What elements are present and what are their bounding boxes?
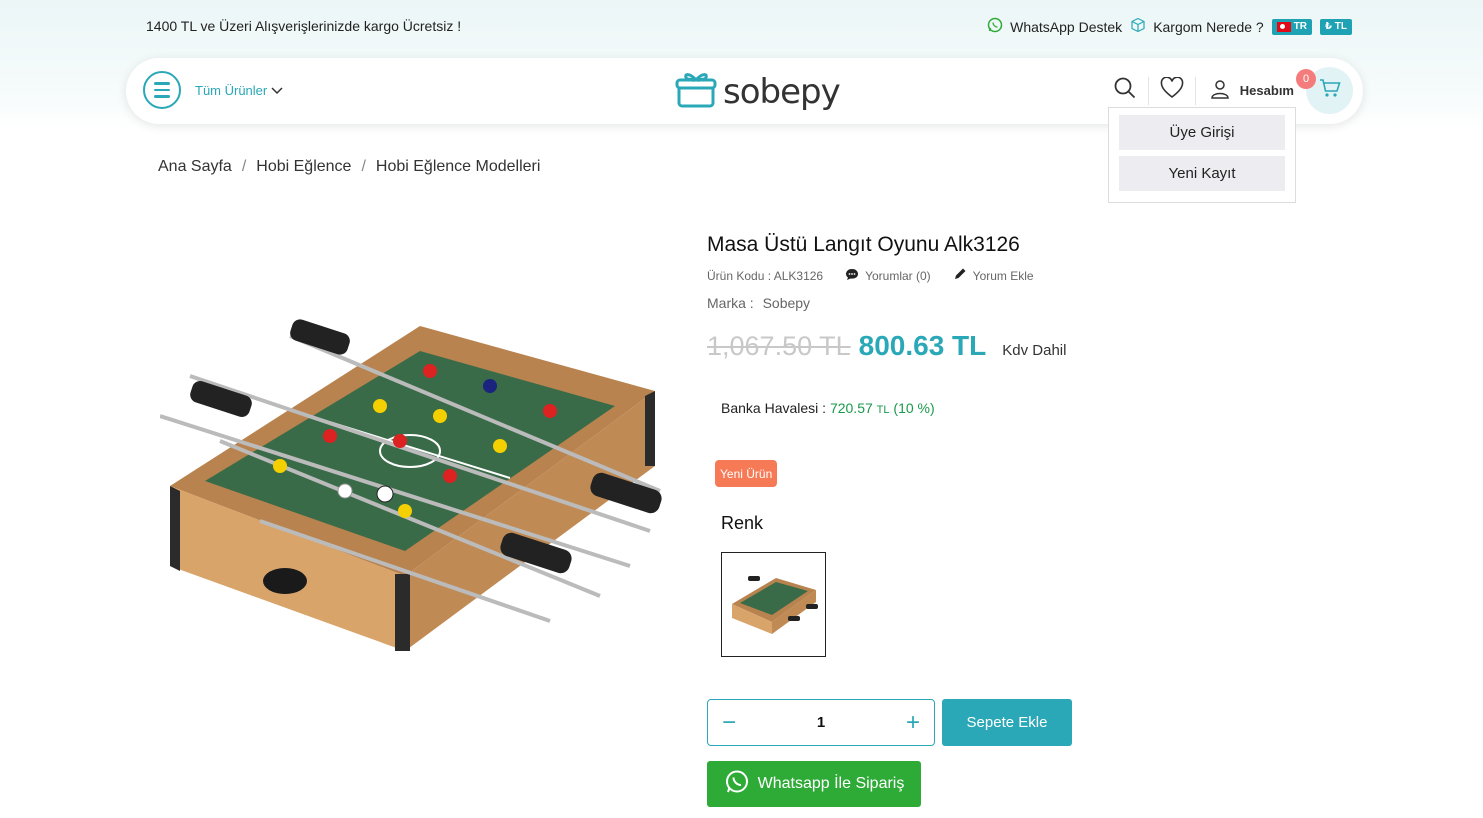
shipping-promo: 1400 TL ve Üzeri Alışverişlerinizde karg… <box>146 18 462 34</box>
all-products-label: Tüm Ürünler <box>195 83 268 98</box>
reviews-label: Yorumlar (0) <box>865 268 931 283</box>
breadcrumb-subcategory[interactable]: Hobi Eğlence Modelleri <box>376 158 541 176</box>
product-brand: Marka : Sobepy <box>707 295 810 311</box>
cart-button[interactable]: 0 <box>1296 67 1353 114</box>
cargo-tracking-label: Kargom Nerede ? <box>1153 18 1264 35</box>
top-links: WhatsApp Destek Kargom Nerede ? TR ₺ TL <box>987 17 1352 36</box>
add-review-link[interactable]: Yorum Ekle <box>953 267 1034 284</box>
logo-text: sobepy <box>723 71 841 112</box>
breadcrumb-category[interactable]: Hobi Eğlence <box>256 158 351 176</box>
heart-icon <box>1160 76 1184 104</box>
account-button[interactable]: Hesabım <box>1196 79 1306 102</box>
bank-transfer-price: Banka Havalesi : 720.57 TL (10 %) <box>721 400 935 416</box>
quantity-value[interactable]: 1 <box>817 714 825 731</box>
turkey-flag-icon <box>1276 21 1291 32</box>
menu-line <box>154 88 170 92</box>
new-product-badge: Yeni Ürün <box>715 460 778 487</box>
color-label: Renk <box>721 513 764 533</box>
reviews-link[interactable]: Yorumlar (0) <box>845 268 931 284</box>
account-dropdown: Üye Girişi Yeni Kayıt <box>1108 107 1296 203</box>
breadcrumb-separator: / <box>361 158 366 175</box>
add-review-label: Yorum Ekle <box>972 268 1034 283</box>
bank-transfer-discount: (10 %) <box>893 400 935 416</box>
breadcrumb-separator: / <box>241 158 247 175</box>
search-icon <box>1113 76 1137 105</box>
top-bar: 1400 TL ve Üzeri Alışverişlerinizde karg… <box>0 0 1483 52</box>
language-label: TR <box>1293 21 1308 32</box>
language-selector[interactable]: TR <box>1271 18 1313 35</box>
whatsapp-order-label: Whatsapp İle Sipariş <box>757 775 905 792</box>
account-label: Hesabım <box>1239 83 1294 98</box>
product-code: Ürün Kodu : ALK3126 <box>707 268 824 283</box>
menu-button[interactable] <box>143 71 181 109</box>
swatch-thumbnail <box>731 575 818 634</box>
currency-selector[interactable]: ₺ TL <box>1320 18 1352 35</box>
login-link[interactable]: Üye Girişi <box>1119 115 1285 150</box>
whatsapp-support-link[interactable]: WhatsApp Destek <box>987 17 1122 36</box>
bank-transfer-label: Banka Havalesi : <box>721 400 827 416</box>
comment-icon <box>845 268 859 284</box>
product-meta: Ürün Kodu : ALK3126 Yorumlar (0) Yorum E… <box>707 267 1034 284</box>
breadcrumb-home[interactable]: Ana Sayfa <box>158 158 232 176</box>
brand-value[interactable]: Sobepy <box>763 295 810 311</box>
decrease-quantity-button[interactable]: − <box>722 710 736 735</box>
color-swatch[interactable] <box>721 552 826 657</box>
whatsapp-support-label: WhatsApp Destek <box>1010 18 1123 35</box>
currency-label: ₺ TL <box>1325 21 1347 32</box>
menu-line <box>154 82 170 85</box>
user-icon <box>1210 79 1230 102</box>
price-row: 1,067.50 TL 800.63 TL Kdv Dahil <box>707 330 1066 362</box>
bank-transfer-currency: TL <box>876 404 890 416</box>
bank-transfer-amount: 720.57 <box>829 400 873 416</box>
cargo-tracking-link[interactable]: Kargom Nerede ? <box>1130 17 1264 36</box>
whatsapp-order-button[interactable]: Whatsapp İle Sipariş <box>707 761 921 807</box>
old-price: 1,067.50 TL <box>707 331 851 361</box>
current-price: 800.63 TL <box>858 330 987 361</box>
quantity-stepper: − 1 + <box>707 699 935 746</box>
cart-icon <box>1319 78 1341 103</box>
gift-box-icon <box>675 68 717 115</box>
whatsapp-icon <box>724 769 750 800</box>
product-title: Masa Üstü Langıt Oyunu Alk3126 <box>707 233 1020 256</box>
site-logo[interactable]: sobepy <box>675 68 841 115</box>
breadcrumb: Ana Sayfa / Hobi Eğlence / Hobi Eğlence … <box>158 158 540 176</box>
pencil-icon <box>953 267 967 284</box>
all-products-dropdown[interactable]: Tüm Ürünler <box>195 83 283 98</box>
menu-line <box>154 95 170 98</box>
register-link[interactable]: Yeni Kayıt <box>1119 156 1285 191</box>
chevron-down-icon <box>271 83 283 98</box>
increase-quantity-button[interactable]: + <box>906 710 920 735</box>
add-to-cart-button[interactable]: Sepete Ekle <box>942 699 1072 746</box>
brand-label: Marka : <box>707 295 754 311</box>
cart-count-badge: 0 <box>1296 69 1316 89</box>
vat-label: Kdv Dahil <box>1002 342 1067 359</box>
product-image[interactable] <box>159 316 670 661</box>
whatsapp-icon <box>987 17 1003 36</box>
package-icon <box>1130 17 1146 36</box>
